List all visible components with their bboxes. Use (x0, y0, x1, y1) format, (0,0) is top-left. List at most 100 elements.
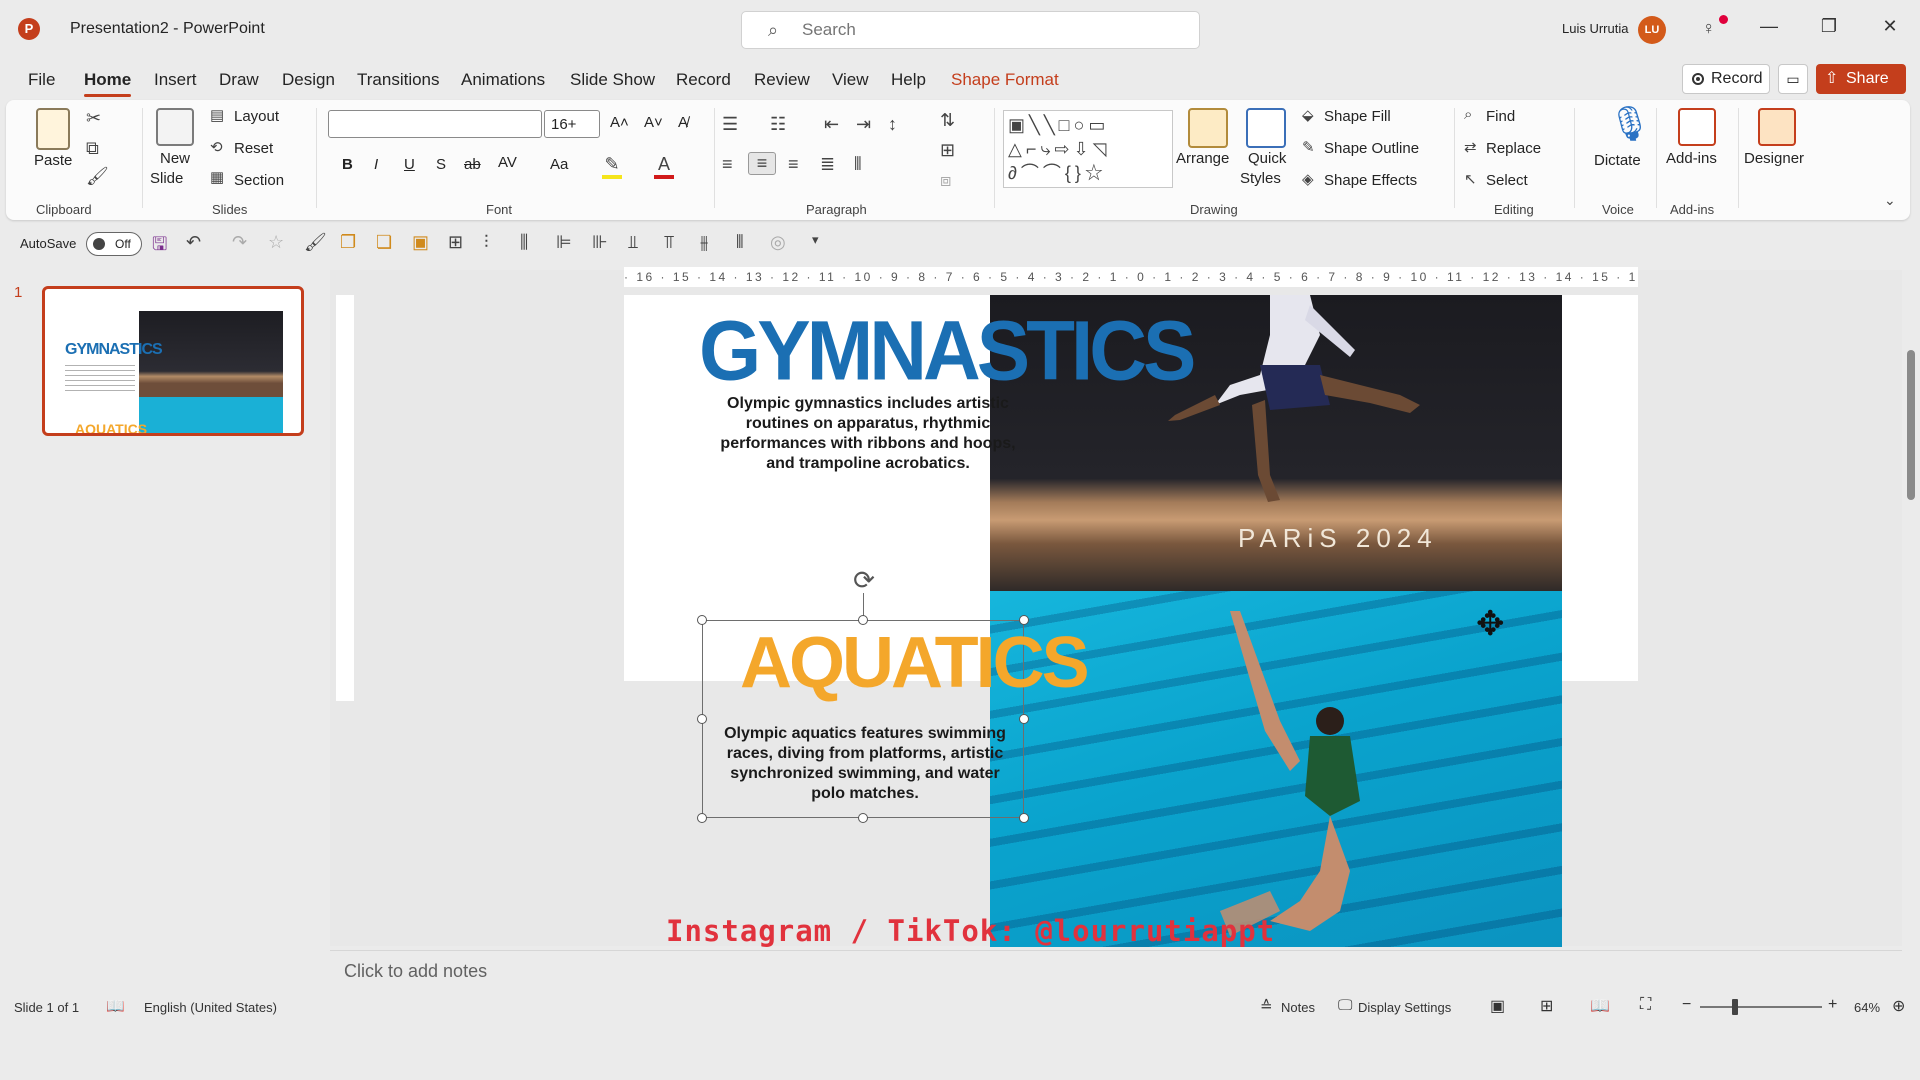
copy-icon[interactable]: ⧉ (86, 138, 99, 159)
rotate-handle-icon[interactable]: ⟳ (849, 565, 879, 595)
cut-icon[interactable]: ✂ (86, 108, 101, 129)
resize-handle-l[interactable] (697, 714, 707, 724)
language-indicator[interactable]: English (United States) (144, 1000, 277, 1015)
smartart-icon[interactable]: ⧈ (940, 170, 951, 191)
decrease-indent-icon[interactable]: ⇤ (824, 114, 839, 135)
aquatics-body-text[interactable]: Olympic aquatics features swimming races… (712, 724, 1018, 804)
align-bottom-icon[interactable]: ⫫ (628, 232, 638, 253)
close-icon[interactable]: ✕ (1875, 16, 1905, 37)
line-spacing-icon[interactable]: ↕ (888, 114, 897, 135)
replace-button[interactable]: Replace (1486, 140, 1541, 157)
send-backward-icon[interactable]: ❏ (376, 232, 392, 253)
gymnastics-body-text[interactable]: Olympic gymnastics includes artistic rou… (706, 394, 1030, 474)
arrange-button[interactable]: Arrange (1176, 150, 1229, 167)
minimize-icon[interactable]: — (1754, 16, 1784, 37)
grow-font-icon[interactable]: A˄ (610, 114, 629, 131)
find-button[interactable]: Find (1486, 108, 1515, 125)
arrange-icon[interactable] (1188, 108, 1228, 148)
designer-icon[interactable] (1758, 108, 1796, 146)
designer-button[interactable]: Designer (1744, 150, 1804, 167)
paste-button[interactable]: Paste (34, 152, 72, 169)
star-icon[interactable]: ☆ (268, 232, 284, 253)
align-middle-icon[interactable]: ⫼ (520, 232, 528, 253)
paste-icon[interactable] (36, 108, 70, 150)
share-button[interactable]: ⇧Share ⌄ (1816, 64, 1906, 117)
comments-button[interactable]: ▭ (1778, 64, 1808, 94)
search-box[interactable]: ⌕ (741, 11, 1200, 49)
accessibility-icon[interactable]: 📖 (106, 997, 125, 1015)
reset-button[interactable]: Reset (234, 140, 273, 157)
italic-button[interactable]: I (374, 156, 378, 173)
font-name-field[interactable] (328, 110, 542, 138)
zoom-level[interactable]: 64% (1854, 1000, 1880, 1015)
align-left-icon[interactable]: ≡ (722, 154, 733, 175)
dictate-button[interactable]: Dictate (1594, 152, 1641, 169)
quick-styles-label-1[interactable]: Quick (1248, 150, 1286, 167)
align-right-objects-icon[interactable]: ⊪ (592, 232, 608, 253)
scrollbar-thumb[interactable] (1907, 350, 1915, 500)
columns-icon[interactable]: ⫴ (854, 154, 862, 175)
normal-view-icon[interactable]: ▣ (1490, 996, 1505, 1016)
notes-pane[interactable]: Click to add notes (330, 950, 1902, 992)
gymnastics-title[interactable]: GYMNASTICS (699, 303, 1196, 400)
resize-handle-bl[interactable] (697, 813, 707, 823)
font-color-icon[interactable]: A (654, 154, 674, 179)
undo-icon[interactable]: ↶ (186, 232, 201, 253)
save-icon[interactable]: 🖫 (152, 232, 167, 262)
underline-button[interactable]: U (404, 156, 415, 173)
quick-styles-icon[interactable] (1246, 108, 1286, 148)
align-top-icon[interactable]: ⫪ (664, 232, 674, 253)
tab-transitions[interactable]: Transitions (357, 70, 440, 90)
align-right-icon[interactable]: ≡ (788, 154, 799, 175)
merge-shapes-icon[interactable]: ◎ (770, 232, 786, 253)
ribbon-collapse-icon[interactable]: ⌄ (1884, 192, 1896, 209)
shape-outline-button[interactable]: Shape Outline (1324, 140, 1419, 157)
zoom-in-icon[interactable]: + (1828, 996, 1837, 1014)
clear-format-icon[interactable]: A̸ (678, 114, 688, 131)
section-button[interactable]: Section (234, 172, 284, 189)
lightbulb-icon[interactable]: ♀ (1702, 18, 1716, 39)
tab-help[interactable]: Help (891, 70, 926, 90)
text-direction-icon[interactable]: ⇅ (940, 110, 955, 131)
brush-icon[interactable]: 🖌 (304, 232, 327, 253)
tab-file[interactable]: File (28, 70, 55, 90)
aquatics-title[interactable]: AQUATICS (740, 622, 1090, 704)
slideshow-view-icon[interactable]: ⛶ (1640, 996, 1651, 1014)
group-icon[interactable]: ▣ (412, 232, 429, 253)
resize-handle-br[interactable] (1019, 813, 1029, 823)
align-center-h-icon[interactable]: ⫶ (484, 232, 489, 253)
slide-sorter-icon[interactable]: ⊞ (1540, 996, 1553, 1016)
notes-toggle[interactable]: Notes (1281, 1000, 1315, 1015)
font-size-field[interactable]: 16+ (544, 110, 600, 138)
shape-fill-button[interactable]: Shape Fill (1324, 108, 1391, 125)
redo-icon[interactable]: ↷ (232, 232, 247, 253)
select-button[interactable]: Select (1486, 172, 1528, 189)
tab-home[interactable]: Home (84, 70, 132, 97)
display-settings-button[interactable]: Display Settings (1358, 1000, 1451, 1015)
vertical-scrollbar[interactable] (1902, 270, 1920, 946)
tab-shape-format[interactable]: Shape Format (951, 70, 1059, 90)
distribute-icon[interactable]: ⫵ (700, 232, 708, 253)
new-slide-label-2[interactable]: Slide (150, 170, 183, 187)
tab-insert[interactable]: Insert (154, 70, 197, 90)
bullets-icon[interactable]: ☰ (722, 114, 738, 135)
tab-slide-show[interactable]: Slide Show (570, 70, 655, 90)
shrink-font-icon[interactable]: A˅ (644, 114, 663, 131)
zoom-slider-track[interactable] (1700, 1006, 1822, 1008)
record-button[interactable]: Record (1682, 64, 1770, 94)
quick-styles-label-2[interactable]: Styles (1240, 170, 1281, 187)
customize-qat-icon[interactable]: ▾ (812, 232, 819, 248)
increase-indent-icon[interactable]: ⇥ (856, 114, 871, 135)
new-slide-label-1[interactable]: New (160, 150, 190, 167)
align-left-objects-icon[interactable]: ⊫ (556, 232, 572, 253)
bold-button[interactable]: B (342, 156, 353, 173)
align-center-icon[interactable]: ≡ (748, 152, 776, 175)
tab-record[interactable]: Record (676, 70, 731, 90)
fit-to-window-icon[interactable]: ⊕ (1892, 996, 1905, 1016)
justify-icon[interactable]: ≣ (820, 154, 835, 175)
highlight-icon[interactable]: ✎ (602, 154, 622, 179)
autosave-toggle[interactable]: Off (86, 232, 142, 256)
user-name[interactable]: Luis Urrutia (1562, 21, 1628, 36)
shape-effects-button[interactable]: Shape Effects (1324, 172, 1417, 189)
numbering-icon[interactable]: ☷ (770, 114, 786, 135)
